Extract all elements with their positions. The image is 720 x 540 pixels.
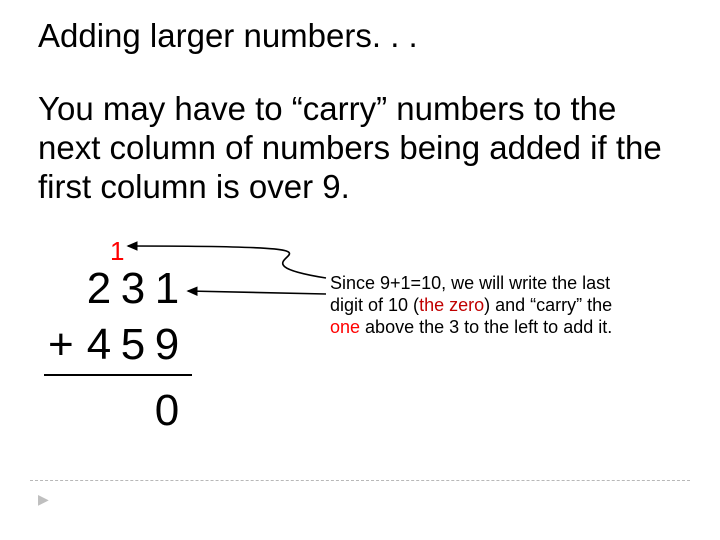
arrow-to-ones-icon [188, 291, 326, 294]
addition-rule-line [44, 374, 192, 376]
footer-divider [30, 480, 690, 481]
addend1-ones: 1 [150, 264, 184, 314]
slide: Adding larger numbers. . . You may have … [0, 0, 720, 540]
footer-bullet-icon: ▶ [38, 491, 49, 508]
explain-one-word: one [330, 317, 360, 337]
addend1-hundreds: 2 [82, 264, 116, 314]
explain-zero-word: the zero [419, 295, 484, 315]
slide-body-text: You may have to “carry” numbers to the n… [38, 90, 678, 207]
addend2-ones: 9 [150, 320, 184, 370]
answer-ones: 0 [150, 386, 184, 436]
explain-part2: ) and “carry” the [484, 295, 612, 315]
addend1-tens: 3 [116, 264, 150, 314]
addend2-hundreds: 4 [82, 320, 116, 370]
slide-title: Adding larger numbers. . . [38, 18, 418, 54]
addend2-tens: 5 [116, 320, 150, 370]
explain-text: Since 9+1=10, we will write the last dig… [330, 273, 630, 339]
explain-part3: above the 3 to the left to add it. [360, 317, 612, 337]
plus-sign: + [48, 320, 74, 370]
carry-digit: 1 [110, 236, 124, 267]
